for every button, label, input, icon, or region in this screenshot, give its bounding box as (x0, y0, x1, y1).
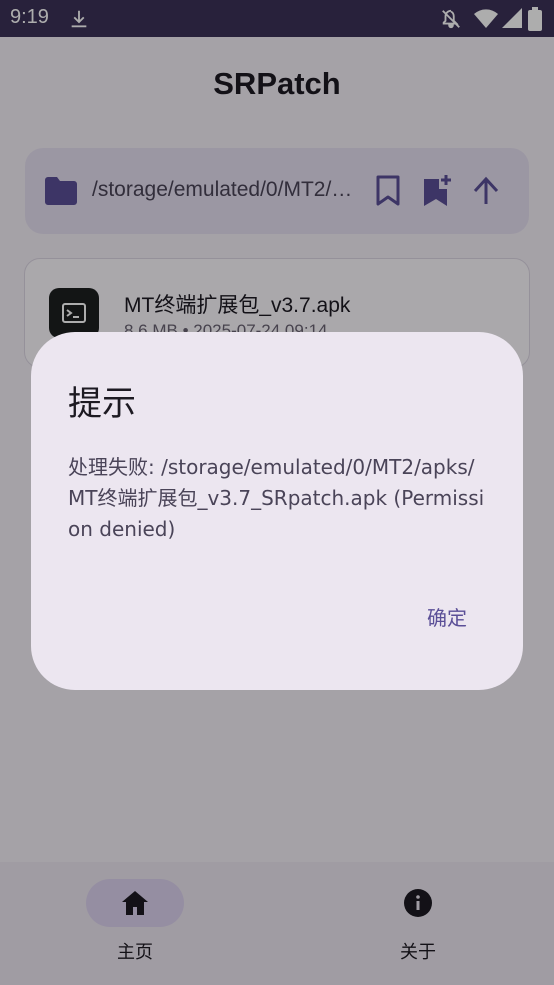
confirm-button[interactable]: 确定 (407, 602, 487, 634)
dialog-message: 处理失败: /storage/emulated/0/MT2/apks/MT终端扩… (68, 455, 485, 541)
screen: 9:19 SRPatch /storage/emulated/0/MT2/apk… (0, 0, 554, 985)
dialog-title: 提示 (68, 384, 136, 424)
alert-dialog: 提示 处理失败: /storage/emulated/0/MT2/apks/MT… (31, 332, 523, 690)
